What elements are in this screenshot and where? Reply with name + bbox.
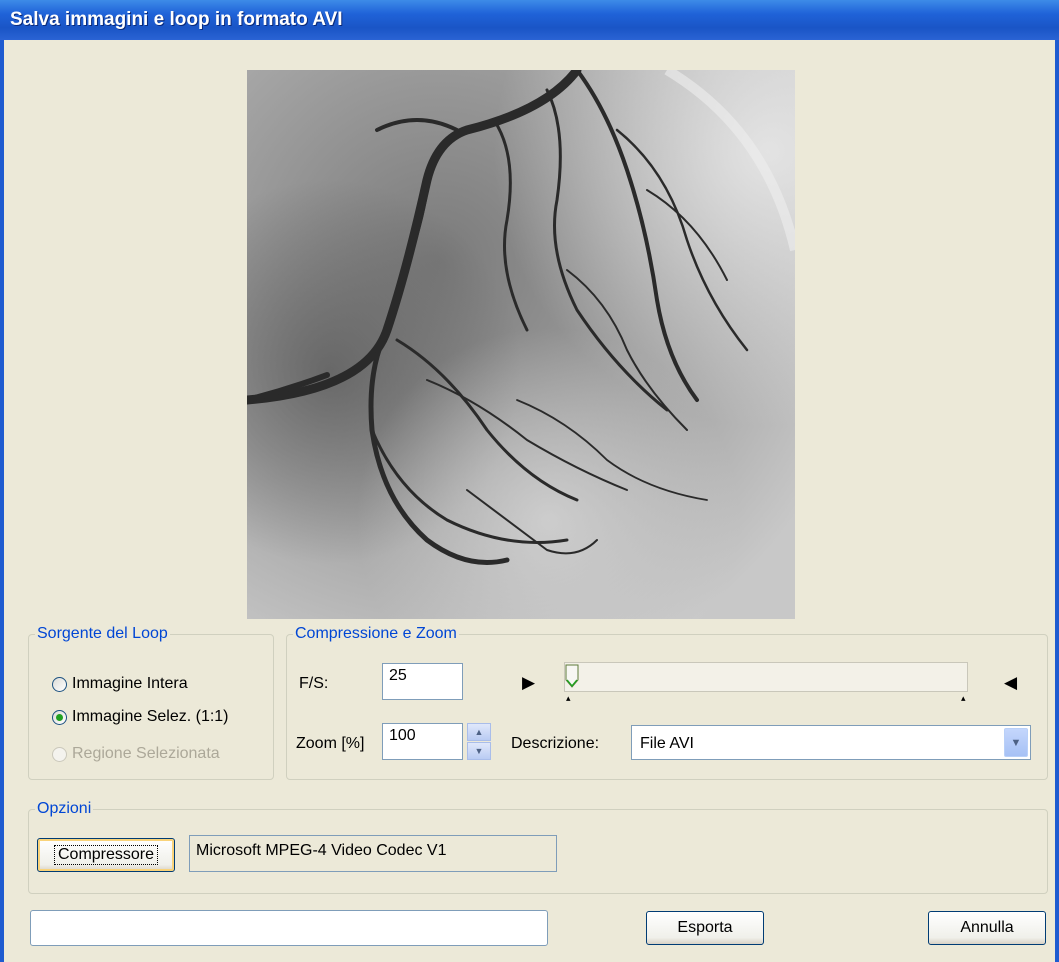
filename-input[interactable] (30, 910, 548, 946)
radio-selected-image-label: Immagine Selez. (1:1) (72, 708, 229, 725)
compressor-button-label: Compressore (53, 845, 159, 865)
export-button-label: Esporta (677, 919, 733, 936)
frame-slider-thumb[interactable] (565, 664, 579, 688)
chevron-down-icon[interactable]: ▼ (1004, 728, 1028, 757)
fps-input[interactable]: 25 (382, 663, 463, 700)
window-frame-left (0, 40, 4, 962)
window-title-bar[interactable]: Salva immagini e loop in formato AVI (0, 0, 1059, 40)
radio-selected-image[interactable]: Immagine Selez. (1:1) (52, 708, 229, 726)
play-backward-icon[interactable]: ◀ (1004, 673, 1017, 693)
slider-tick-start: ▴ (566, 693, 571, 703)
radio-disabled-icon (52, 746, 67, 762)
cancel-button[interactable]: Annulla (928, 911, 1046, 945)
zoom-input[interactable]: 100 (382, 723, 463, 760)
spin-up-icon[interactable]: ▲ (467, 723, 491, 741)
frame-slider-track[interactable] (564, 662, 968, 692)
codec-name-field: Microsoft MPEG-4 Video Codec V1 (189, 835, 557, 872)
play-forward-icon[interactable]: ▶ (522, 673, 535, 693)
window-title: Salva immagini e loop in formato AVI (10, 9, 343, 30)
cancel-button-label: Annulla (960, 919, 1014, 936)
fps-label: F/S: (299, 675, 329, 692)
radio-checked-icon (52, 709, 67, 725)
radio-selected-region: Regione Selezionata (52, 745, 220, 763)
loop-source-legend: Sorgente del Loop (37, 625, 168, 642)
options-legend: Opzioni (37, 800, 92, 817)
description-select-value: File AVI (640, 735, 694, 752)
description-label: Descrizione: (511, 735, 600, 752)
description-select[interactable]: File AVI ▼ (631, 725, 1031, 760)
compression-zoom-legend: Compressione e Zoom (295, 625, 457, 642)
zoom-label: Zoom [%] (296, 735, 365, 752)
export-button[interactable]: Esporta (646, 911, 764, 945)
zoom-spinner[interactable]: ▲ ▼ (467, 723, 491, 760)
compressor-button[interactable]: Compressore (37, 838, 175, 872)
slider-tick-end: ▴ (961, 693, 966, 703)
spin-down-icon[interactable]: ▼ (467, 742, 491, 760)
window-frame-right (1055, 40, 1059, 962)
radio-full-image[interactable]: Immagine Intera (52, 675, 188, 693)
radio-full-image-label: Immagine Intera (72, 675, 188, 692)
angiography-preview-image (247, 70, 795, 619)
radio-selected-region-label: Regione Selezionata (72, 745, 220, 762)
radio-unchecked-icon (52, 676, 67, 692)
